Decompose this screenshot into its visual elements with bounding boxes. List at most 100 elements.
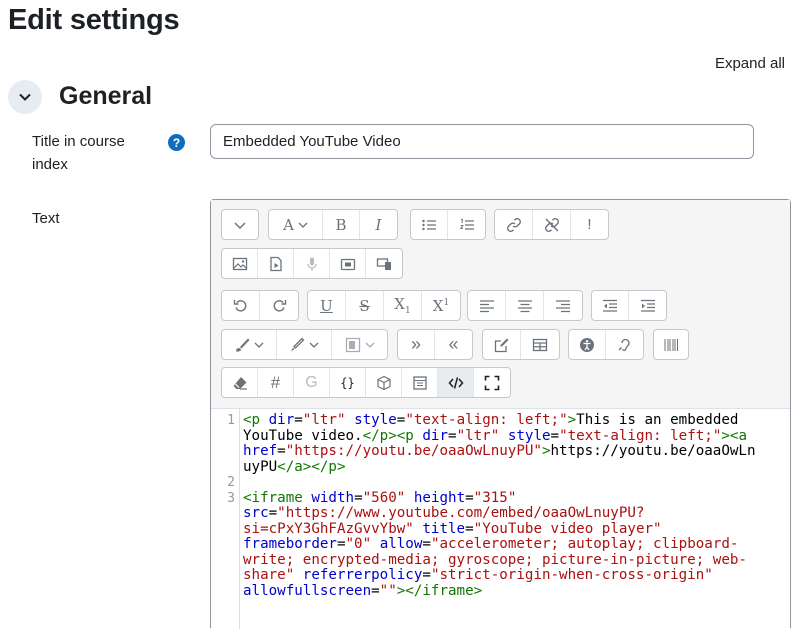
redo-icon — [273, 299, 287, 312]
code-token: = — [422, 567, 431, 583]
line-number: 3 — [227, 490, 235, 506]
clear-formatting-button[interactable] — [222, 368, 258, 397]
hash-button[interactable]: # — [258, 368, 294, 397]
code-token: title — [422, 520, 466, 537]
background-color-dropdown[interactable] — [277, 330, 332, 359]
cube-button[interactable] — [366, 368, 402, 397]
bold-button[interactable]: B — [323, 210, 360, 239]
toolbar-group-misc: # G {} — [221, 367, 511, 398]
toolbar-group-media — [221, 248, 403, 279]
font-style-dropdown[interactable]: A — [269, 210, 323, 239]
edit-button[interactable] — [483, 330, 521, 359]
manage-files-button[interactable] — [366, 249, 402, 278]
superscript-icon: X1 — [433, 297, 449, 315]
code-token: = — [277, 443, 286, 459]
code-token: > — [567, 412, 577, 428]
code-token: https://youtu.be/oaaOwLn — [550, 443, 756, 459]
superscript-button[interactable]: X1 — [422, 291, 460, 320]
outdent-button[interactable] — [592, 291, 629, 320]
code-token: referrerpolicy — [302, 567, 423, 583]
unlink-button[interactable] — [533, 210, 571, 239]
code-line: allowfullscreen=""></iframe> — [243, 582, 483, 600]
show-more-button[interactable] — [222, 210, 258, 239]
section-title: General — [59, 82, 153, 110]
collapse-section-button[interactable] — [8, 80, 42, 114]
title-input[interactable] — [210, 124, 754, 159]
link-button[interactable] — [495, 210, 533, 239]
align-right-button[interactable] — [544, 291, 582, 320]
code-token: </a></p> — [277, 458, 346, 475]
hash-icon: # — [270, 372, 281, 392]
italic-button[interactable]: I — [360, 210, 397, 239]
outdent-icon — [603, 299, 617, 312]
code-token: "https://www.youtube.com/embed/oaaOwLnuy… — [277, 505, 645, 521]
align-left-button[interactable] — [468, 291, 506, 320]
underline-icon: U — [320, 296, 333, 315]
media-button[interactable] — [258, 249, 294, 278]
image-icon — [232, 257, 247, 270]
exclamation-icon: ! — [587, 216, 592, 233]
code-token: = — [354, 489, 363, 506]
accessibility-checker-button[interactable] — [569, 330, 606, 359]
html-code-button[interactable] — [438, 368, 474, 397]
ordered-list-button[interactable] — [448, 210, 485, 239]
undo-button[interactable] — [222, 291, 260, 320]
manage-files-icon — [376, 257, 391, 270]
table-icon — [532, 338, 548, 351]
title-field-label: Title in course index — [32, 133, 125, 173]
code-line: <iframe width="560" height="315" — [243, 489, 516, 507]
help-icon[interactable]: ? — [168, 134, 185, 151]
calendar-button[interactable] — [402, 368, 438, 397]
code-token: = — [371, 582, 380, 599]
code-line: write; encrypted-media; gyroscope; pictu… — [243, 551, 747, 569]
code-token: uyPU — [243, 458, 278, 475]
chevron-down-icon — [19, 93, 31, 101]
subscript-base: X — [394, 295, 405, 313]
align-center-button[interactable] — [506, 291, 544, 320]
strikethrough-button[interactable]: S — [346, 291, 384, 320]
media-icon — [269, 256, 282, 271]
code-token: = — [550, 427, 560, 444]
exclamation-button[interactable]: ! — [571, 210, 608, 239]
calendar-icon — [412, 375, 427, 390]
text-color-dropdown[interactable] — [222, 330, 277, 359]
record-video-button[interactable] — [330, 249, 366, 278]
screenreader-helper-button[interactable] — [606, 330, 643, 359]
expand-all-link[interactable]: Expand all — [715, 55, 785, 72]
code-token: <iframe — [243, 489, 312, 506]
code-token: dir — [422, 427, 449, 444]
underline-button[interactable]: U — [308, 291, 346, 320]
code-token: ></iframe> — [396, 582, 483, 599]
link-icon — [506, 217, 521, 232]
special-chars-button[interactable] — [654, 330, 688, 359]
code-token: write; encrypted-media; gyroscope; pictu… — [243, 551, 747, 568]
indent-more-button[interactable]: » — [398, 330, 435, 359]
code-token: = — [465, 489, 474, 506]
fullscreen-button[interactable] — [474, 368, 510, 397]
code-line: si=cPxY3GhFAzGvvYbw" title="YouTube vide… — [243, 520, 662, 538]
font-family-icon: A — [283, 215, 294, 234]
code-token: frameborder — [243, 536, 337, 552]
g-button[interactable]: G — [294, 368, 330, 397]
braces-button[interactable]: {} — [330, 368, 366, 397]
unordered-list-button[interactable] — [411, 210, 448, 239]
style-dropdown[interactable] — [332, 330, 387, 359]
page-title: Edit settings — [8, 4, 180, 36]
subscript-button[interactable]: X1 — [384, 291, 422, 320]
line-number-gutter: 1 2 3 — [211, 409, 240, 629]
indent-less-button[interactable]: « — [435, 330, 472, 359]
toolbar-group-lists — [410, 209, 486, 240]
html-source-editor[interactable]: 1 2 3 <p dir="ltr" style="text-align: le… — [211, 409, 790, 629]
indent-button[interactable] — [629, 291, 666, 320]
code-token: ><a — [721, 427, 748, 444]
record-audio-button[interactable] — [294, 249, 330, 278]
redo-button[interactable] — [260, 291, 298, 320]
table-button[interactable] — [521, 330, 559, 359]
superscript-base: X — [432, 296, 444, 315]
superscript-index: 1 — [443, 297, 450, 308]
image-button[interactable] — [222, 249, 258, 278]
code-token: = — [422, 536, 431, 552]
code-token: This is an embedded — [576, 412, 739, 428]
